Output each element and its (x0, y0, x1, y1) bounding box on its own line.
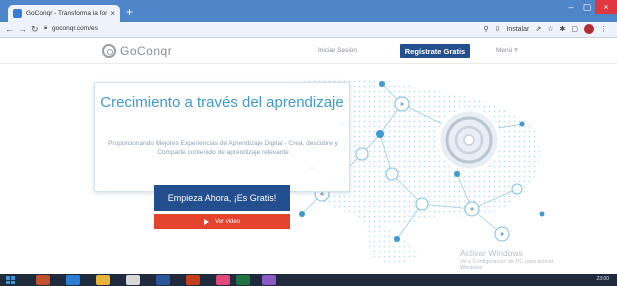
goconqr-favicon-icon (13, 9, 22, 18)
arrow-left-icon[interactable]: ← (5, 24, 14, 35)
start-now-button[interactable]: Empieza Ahora, ¡Es Gratis! (154, 185, 290, 211)
extensions-icon[interactable]: ✱ (560, 25, 566, 33)
tab-title: GoConqr - Transforma la forma e (26, 10, 108, 17)
app-icon-9[interactable] (262, 275, 276, 285)
file-explorer-icon[interactable] (96, 275, 110, 285)
kebab-menu-icon[interactable]: ⋮ (600, 25, 607, 33)
window-controls: – ▢ × (563, 0, 617, 14)
search-icon[interactable]: ⚲ (483, 25, 488, 33)
reload-icon[interactable]: ↻ (31, 24, 39, 35)
menu-link[interactable]: Menú ≡ (496, 47, 518, 54)
watermark-title: Activar Windows (460, 248, 523, 258)
browser-tab[interactable]: GoConqr - Transforma la forma e × (8, 5, 120, 22)
hero-section: Crecimiento a través del aprendizaje Pro… (62, 64, 557, 274)
new-tab-button[interactable]: + (126, 6, 133, 18)
close-window-button[interactable]: × (595, 0, 617, 14)
play-icon (203, 218, 209, 225)
goconqr-logo[interactable]: GoConqr (102, 44, 172, 58)
install-icon[interactable]: ⇩ (495, 25, 501, 33)
watch-video-button[interactable]: Ver video (154, 214, 290, 229)
tab-close-icon[interactable]: × (110, 9, 115, 18)
maximize-button[interactable]: ▢ (579, 0, 595, 14)
hero-subtitle: Proporcionando Mejores Experiencias de A… (108, 140, 338, 156)
watch-video-label: Ver video (214, 218, 241, 225)
taskbar-clock[interactable]: 23:00 (596, 276, 609, 282)
share-icon[interactable]: ⇗ (535, 25, 541, 33)
minimize-button[interactable]: – (563, 0, 579, 14)
lock-icon[interactable]: 🔒︎ (44, 25, 47, 32)
hero-card: Crecimiento a través del aprendizaje Pro… (94, 82, 350, 192)
powerpoint-icon[interactable] (186, 275, 200, 285)
profile-avatar[interactable] (584, 24, 594, 34)
word-icon[interactable] (156, 275, 170, 285)
windows-taskbar: 23:00 (0, 274, 617, 286)
arrow-right-icon[interactable]: → (18, 24, 27, 35)
sidebar-icon[interactable]: ▢ (571, 25, 578, 33)
app-icon-1[interactable] (36, 275, 50, 285)
windows-start-icon[interactable] (6, 276, 15, 284)
register-button[interactable]: Regístrate Gratis (400, 44, 470, 58)
edge-icon[interactable] (66, 275, 80, 285)
excel-icon[interactable] (236, 275, 250, 285)
site-header: GoConqr Iniciar Sesión Regístrate Gratis… (0, 39, 617, 64)
url-field[interactable]: goconqr.com/es (52, 25, 98, 32)
activate-windows-watermark: Activar Windows Ve a Configuración de PC… (460, 248, 557, 271)
goconqr-logo-icon (102, 44, 116, 58)
address-bar-actions: ⚲ ⇩ Instalar ⇗ ☆ ✱ ▢ ⋮ (483, 24, 607, 34)
logo-text: GoConqr (120, 44, 173, 58)
watermark-subtitle: Ve a Configuración de PC para activar Wi… (460, 259, 554, 271)
star-icon[interactable]: ☆ (547, 25, 553, 33)
browser-tab-bar: GoConqr - Transforma la forma e × + – ▢ … (0, 0, 617, 22)
app-icon-4[interactable] (126, 275, 140, 285)
hamburger-icon: ≡ (514, 47, 518, 54)
address-bar: ← → ↻ 🔒︎ goconqr.com/es ⚲ ⇩ Instalar ⇗ ☆… (0, 22, 617, 38)
login-link[interactable]: Iniciar Sesión (318, 47, 357, 54)
globe-logo-icon (437, 108, 501, 172)
install-label[interactable]: Instalar (506, 26, 529, 33)
app-icon-7[interactable] (216, 275, 230, 285)
hero-title: Crecimiento a través del aprendizaje (100, 94, 344, 111)
screen: GoConqr - Transforma la forma e × + – ▢ … (0, 0, 617, 286)
